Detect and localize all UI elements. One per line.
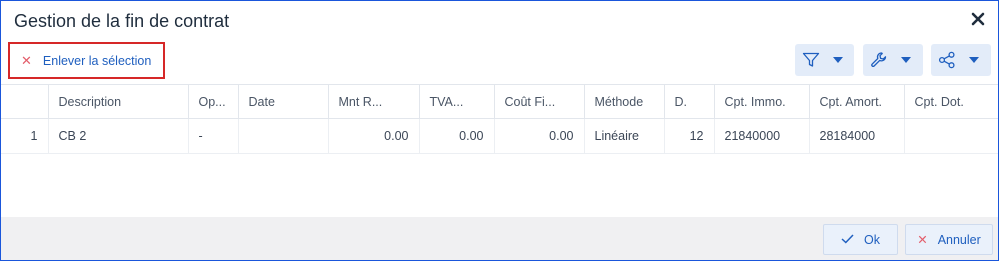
cancel-label: Annuler bbox=[937, 232, 981, 247]
remove-icon: ✕ bbox=[21, 52, 32, 68]
date-cell bbox=[237, 118, 328, 154]
column-header-date[interactable]: Date bbox=[237, 84, 328, 119]
column-header[interactable] bbox=[1, 84, 48, 119]
cpt-amort-cell: 28184000 bbox=[808, 118, 904, 154]
column-header-methode[interactable]: Méthode bbox=[583, 84, 664, 119]
column-header-tva[interactable]: TVA... bbox=[418, 84, 494, 119]
dialog-title: Gestion de la fin de contrat bbox=[14, 11, 230, 31]
ok-label: Ok bbox=[864, 232, 880, 247]
table-row[interactable]: 1 CB 2 - 0.00 0.00 0.00 Linéaire 12 2184… bbox=[1, 118, 998, 154]
cpt-dot-cell bbox=[903, 118, 998, 154]
close-icon: ✕ bbox=[917, 233, 928, 247]
close-icon[interactable] bbox=[971, 12, 985, 26]
column-header-cout[interactable]: Coût Fi... bbox=[493, 84, 584, 119]
column-header-mnt[interactable]: Mnt R... bbox=[327, 84, 419, 119]
column-header-d[interactable]: D. bbox=[663, 84, 714, 119]
ok-button[interactable]: Ok bbox=[823, 224, 898, 255]
filter-dropdown-button[interactable] bbox=[795, 44, 854, 76]
chevron-down-icon bbox=[901, 57, 911, 63]
methode-cell: Linéaire bbox=[583, 118, 664, 154]
wrench-icon bbox=[869, 51, 889, 69]
description-cell: CB 2 bbox=[47, 118, 188, 154]
column-header-op[interactable]: Op... bbox=[187, 84, 238, 119]
column-header-description[interactable]: Description bbox=[47, 84, 188, 119]
table-header-row: Description Op... Date Mnt R... TVA... C… bbox=[1, 84, 998, 119]
contracts-table: Description Op... Date Mnt R... TVA... C… bbox=[1, 84, 998, 154]
chevron-down-icon bbox=[833, 57, 843, 63]
tva-cell: 0.00 bbox=[418, 118, 494, 154]
check-icon bbox=[841, 233, 854, 247]
end-of-contract-dialog: Gestion de la fin de contrat ✕ Enlever l… bbox=[0, 0, 999, 261]
share-icon bbox=[937, 51, 957, 69]
cpt-immo-cell: 21840000 bbox=[713, 118, 809, 154]
share-dropdown-button[interactable] bbox=[931, 44, 991, 76]
remove-selection-label: Enlever la sélection bbox=[42, 53, 152, 68]
d-cell: 12 bbox=[663, 118, 714, 154]
row-number-cell: 1 bbox=[1, 118, 48, 154]
column-header-cpt-amort[interactable]: Cpt. Amort. bbox=[808, 84, 904, 119]
funnel-icon bbox=[801, 52, 821, 68]
mnt-cell: 0.00 bbox=[327, 118, 419, 154]
cout-cell: 0.00 bbox=[493, 118, 584, 154]
op-cell: - bbox=[187, 118, 238, 154]
column-header-cpt-immo[interactable]: Cpt. Immo. bbox=[713, 84, 809, 119]
cancel-button[interactable]: ✕ Annuler bbox=[905, 224, 993, 255]
remove-selection-button[interactable]: ✕ Enlever la sélection bbox=[8, 42, 165, 79]
settings-dropdown-button[interactable] bbox=[863, 44, 923, 76]
column-header-cpt-dot[interactable]: Cpt. Dot. bbox=[903, 84, 998, 119]
dialog-footer: Ok ✕ Annuler bbox=[1, 217, 998, 260]
chevron-down-icon bbox=[969, 57, 979, 63]
